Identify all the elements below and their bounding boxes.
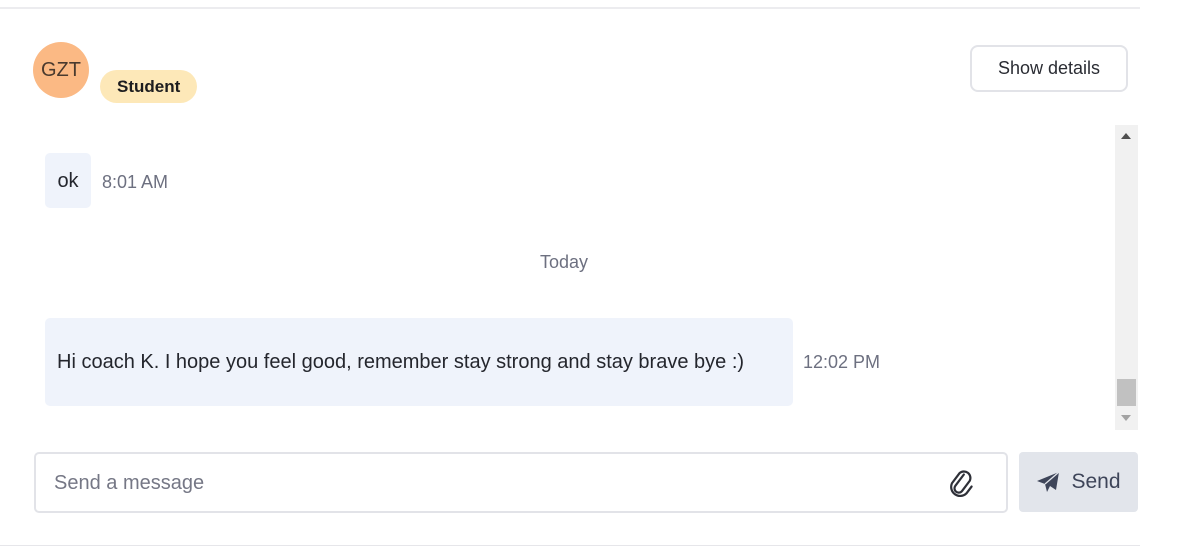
avatar: GZT xyxy=(33,42,89,98)
message-composer xyxy=(34,452,1008,513)
role-badge: Student xyxy=(100,70,198,103)
send-button[interactable]: Send xyxy=(1019,452,1138,512)
message-input[interactable] xyxy=(52,454,936,513)
paperclip-icon[interactable] xyxy=(944,466,978,500)
show-details-button[interactable]: Show details xyxy=(970,45,1128,92)
bottom-divider xyxy=(0,545,1140,546)
message-scrollbar[interactable] xyxy=(1115,125,1138,430)
send-label: Send xyxy=(1071,470,1121,493)
message-bubble: ok xyxy=(45,153,91,208)
top-divider xyxy=(0,7,1140,9)
message-bubble: Hi coach K. I hope you feel good, rememb… xyxy=(45,318,793,406)
message-text: Hi coach K. I hope you feel good, rememb… xyxy=(57,351,745,373)
scroll-up-arrow-icon[interactable] xyxy=(1121,133,1131,139)
scroll-down-arrow-icon[interactable] xyxy=(1121,415,1131,421)
paper-plane-icon xyxy=(1036,471,1060,493)
message-timestamp: 12:02 PM xyxy=(803,352,881,372)
day-separator: Today xyxy=(540,252,589,272)
scroll-thumb[interactable] xyxy=(1117,379,1136,406)
message-list: ok 8:01 AM Today Hi coach K. I hope you … xyxy=(0,124,1112,430)
message-timestamp: 8:01 AM xyxy=(102,172,169,192)
